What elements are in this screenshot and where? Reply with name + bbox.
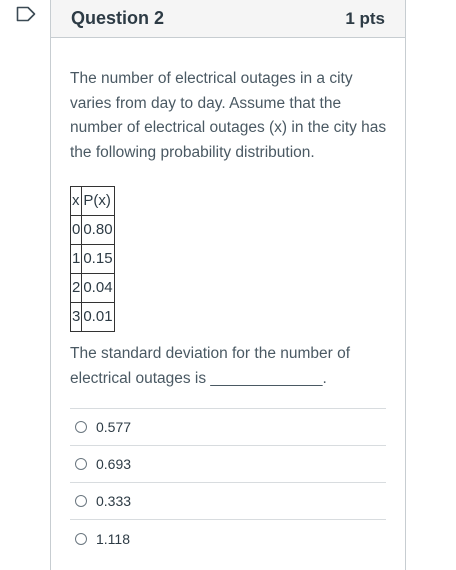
answer-label: 0.333 <box>96 493 132 509</box>
table-header-cell: x <box>69 186 83 216</box>
question-card: Question 2 1 pts The number of electrica… <box>50 0 406 570</box>
table-cell: 1 <box>69 244 83 274</box>
table-cell: 0 <box>69 215 83 245</box>
table-header-row: x P(x) <box>69 186 115 216</box>
question-title: Question 2 <box>71 8 165 28</box>
question-prompt: The number of electrical outages in a ci… <box>70 70 387 161</box>
table-cell: 0.04 <box>81 273 115 303</box>
question-followup: The standard deviation for the number of… <box>70 345 351 387</box>
table-row: 1 0.15 <box>69 244 115 274</box>
answer-list: 0.577 0.693 0.333 1.118 <box>70 408 386 557</box>
quiz-page: Question 2 1 pts The number of electrica… <box>0 0 456 570</box>
table-cell: 0.01 <box>81 302 115 332</box>
table-header-cell: P(x) <box>81 186 115 216</box>
table-cell: 0.15 <box>81 244 115 274</box>
answer-option[interactable]: 1.118 <box>70 520 386 557</box>
answer-label: 0.577 <box>96 419 132 435</box>
table-row: 0 0.80 <box>69 215 115 245</box>
question-header: Question 2 1 pts <box>51 0 405 38</box>
radio-unselected-icon[interactable] <box>75 421 87 433</box>
question-body: The number of electrical outages in a ci… <box>51 38 405 557</box>
answer-label: 0.693 <box>96 456 132 472</box>
table-cell: 0.80 <box>81 215 115 245</box>
answer-option[interactable]: 0.693 <box>70 446 386 483</box>
answer-option[interactable]: 0.577 <box>70 409 386 446</box>
probability-table: x P(x) 0 0.80 1 0.15 2 0.04 3 0.01 <box>69 186 115 332</box>
table-row: 3 0.01 <box>69 302 115 332</box>
table-row: 2 0.04 <box>69 273 115 303</box>
answer-label: 1.118 <box>96 530 130 547</box>
table-cell: 3 <box>69 302 83 332</box>
radio-unselected-icon[interactable] <box>75 458 87 470</box>
flag-icon[interactable] <box>16 6 36 22</box>
question-points: 1 pts <box>345 8 385 28</box>
radio-unselected-icon[interactable] <box>75 532 87 545</box>
radio-unselected-icon[interactable] <box>75 495 87 507</box>
answer-option[interactable]: 0.333 <box>70 483 386 520</box>
table-cell: 2 <box>69 273 83 303</box>
